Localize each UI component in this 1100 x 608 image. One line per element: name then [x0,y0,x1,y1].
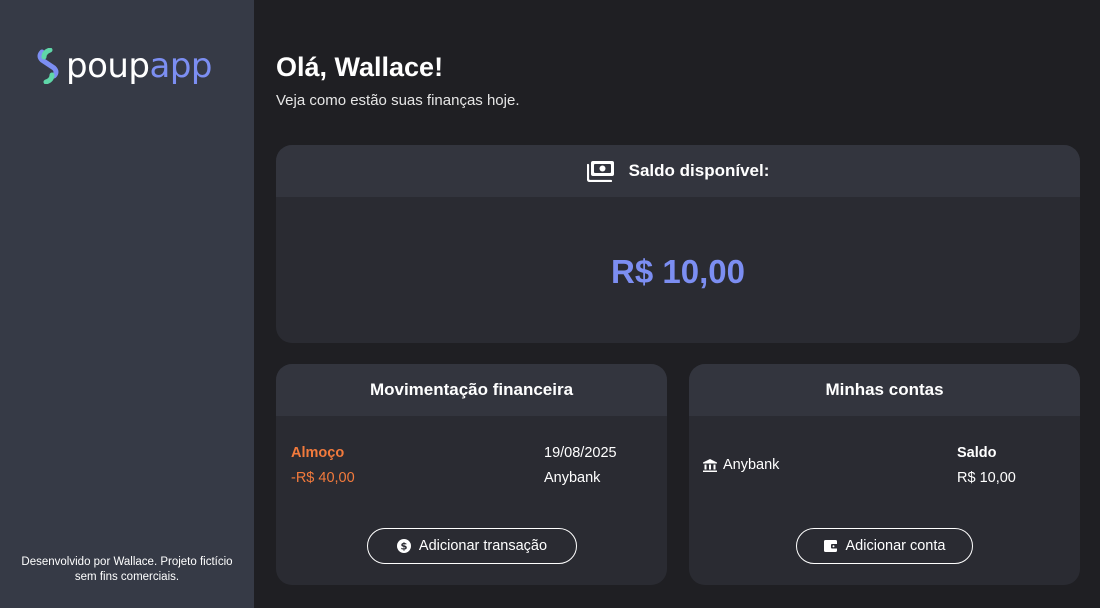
add-transaction-button[interactable]: $ Adicionar transação [367,528,577,564]
balance-card: Saldo disponível: R$ 10,00 [276,145,1080,343]
balance-title: Saldo disponível: [628,161,770,180]
balance-amount: R$ 10,00 [611,253,745,290]
transaction-bank: Anybank [544,470,601,486]
accounts-card-header: Minhas contas [689,364,1080,416]
logo-text-part2: app [149,46,213,86]
sidebar-footer: Desenvolvido por Wallace. Projeto fictíc… [21,556,233,583]
transactions-card-header: Movimentação financeira [276,364,667,416]
page-title: Olá, Wallace! [276,52,444,82]
accounts-card: Minhas contas Anybank Saldo R$ 10,00 Adi… [689,364,1080,585]
add-account-button[interactable]: Adicionar conta [796,528,973,564]
sidebar: poupapp Desenvolvido por Wallace. Projet… [0,0,254,608]
account-balance-value: R$ 10,00 [957,470,1016,486]
main-content: Olá, Wallace! Veja como estão suas finan… [254,0,1100,608]
transaction-value: -R$ 40,00 [291,470,355,486]
svg-text:$: $ [400,542,407,553]
page-subtitle: Veja como estão suas finanças hoje. [276,92,520,109]
transaction-date: 19/08/2025 [544,445,617,461]
balance-card-header: Saldo disponível: [276,145,1080,197]
account-balance-label: Saldo [957,445,997,461]
app-logo[interactable]: poupapp [36,46,213,86]
logo-dollar-icon [37,48,59,84]
add-transaction-label: Adicionar transação [418,538,548,554]
wallet-icon [823,540,838,552]
transactions-card: Movimentação financeira Almoço -R$ 40,00… [276,364,667,585]
account-bank-name: Anybank [723,457,780,473]
bank-icon [703,458,717,472]
account-bank: Anybank [703,457,779,473]
add-account-label: Adicionar conta [845,538,946,554]
dollar-coin-icon: $ [396,539,411,553]
logo-text-part1: poup [66,46,150,86]
logo-text: poupapp [66,46,213,86]
transaction-name: Almoço [291,445,345,461]
money-icon [586,161,614,182]
